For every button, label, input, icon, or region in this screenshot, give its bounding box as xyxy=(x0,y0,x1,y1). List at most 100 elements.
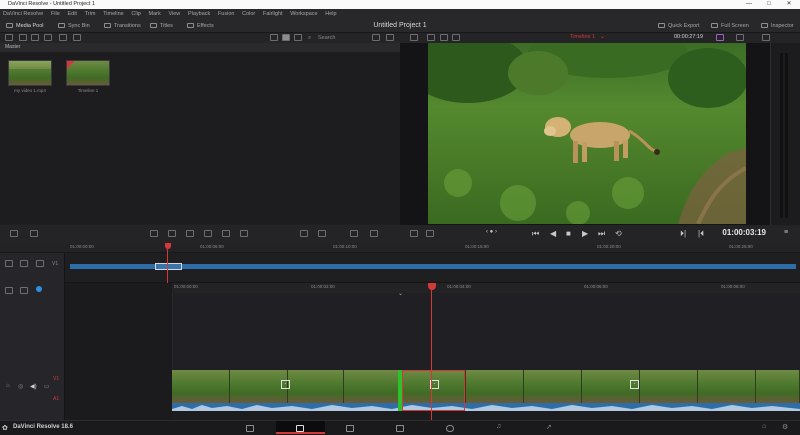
timeline-selector[interactable]: Timeline 1 xyxy=(570,34,595,40)
audio-mute-icon[interactable] xyxy=(762,34,770,41)
clip-color-icon[interactable] xyxy=(716,34,724,41)
play-reverse-icon[interactable]: ◀ xyxy=(550,229,556,238)
link-icon[interactable] xyxy=(20,287,28,294)
snap-icon[interactable] xyxy=(370,230,378,237)
deliver-page-icon[interactable]: ➚ xyxy=(546,423,552,431)
menu-fusion[interactable]: Fusion xyxy=(215,9,238,19)
options-icon[interactable] xyxy=(386,34,394,41)
sort-order-icon[interactable] xyxy=(372,34,380,41)
source-view-icon[interactable] xyxy=(440,34,448,41)
audio-icon[interactable] xyxy=(350,230,358,237)
playhead-marker[interactable] xyxy=(428,283,436,290)
lock-icon[interactable]: ⌂ xyxy=(6,383,10,389)
mute-icon[interactable]: ▭ xyxy=(44,383,50,390)
overview-timeline[interactable]: V1 xyxy=(0,243,800,283)
overview-ruler[interactable]: 01:00:00:00 01:00:06:00 01:00:10:00 01:0… xyxy=(0,243,800,253)
loop-icon[interactable]: ⟲ xyxy=(615,229,622,238)
place-on-top-icon[interactable] xyxy=(204,230,212,237)
search-input[interactable]: Search xyxy=(318,35,335,41)
menu-playback[interactable]: Playback xyxy=(185,9,213,19)
overwrite-clip-icon[interactable] xyxy=(168,230,176,237)
go-to-end-icon[interactable]: ⏭ xyxy=(598,229,605,239)
replace-clip-icon[interactable] xyxy=(186,230,194,237)
go-to-start-icon[interactable]: ⏮ xyxy=(532,229,539,239)
playhead-marker-top[interactable] xyxy=(165,243,171,249)
timeline-settings-icon[interactable] xyxy=(5,287,13,294)
viewer-options-icon[interactable] xyxy=(410,230,418,237)
timeline-item[interactable]: Timeline 1 xyxy=(66,60,118,93)
previous-edit-icon[interactable]: ⏵| xyxy=(680,229,686,239)
bin-name[interactable]: Master xyxy=(5,44,20,50)
minimize-button[interactable]: — xyxy=(744,0,754,9)
list-icon[interactable] xyxy=(19,34,27,41)
sync-bin-button[interactable]: Sync Bin xyxy=(58,19,90,33)
solo-icon[interactable]: ◎ xyxy=(18,383,23,390)
menu-davinci[interactable]: DaVinci Resolve xyxy=(0,9,46,19)
edit-page-icon[interactable] xyxy=(346,425,354,432)
menu-file[interactable]: File xyxy=(48,9,63,19)
maximize-button[interactable]: □ xyxy=(764,0,774,9)
menu-view[interactable]: View xyxy=(165,9,183,19)
thumbnail-view-icon[interactable] xyxy=(282,34,290,41)
effects-button[interactable]: Effects xyxy=(187,19,214,33)
clip-item[interactable]: my video 1.mp4 xyxy=(8,60,60,93)
new-bin-icon[interactable] xyxy=(31,34,39,41)
menu-workspace[interactable]: Workspace xyxy=(287,9,320,19)
fairlight-page-icon[interactable]: ♫ xyxy=(496,423,501,430)
import-icon[interactable] xyxy=(44,34,52,41)
metadata-view-icon[interactable] xyxy=(270,34,278,41)
track-output-icon[interactable] xyxy=(36,260,44,267)
cut-page-icon[interactable] xyxy=(296,425,304,432)
transitions-button[interactable]: Transitions xyxy=(104,19,141,33)
fusion-page-icon[interactable] xyxy=(396,425,404,432)
color-page-icon[interactable] xyxy=(446,425,454,432)
settings-gear-icon[interactable]: ⚙ xyxy=(782,423,788,431)
inspector-button[interactable]: Inspector xyxy=(761,19,794,33)
full-screen-button[interactable]: Full Screen xyxy=(711,19,749,33)
quick-export-button[interactable]: Quick Export xyxy=(658,19,699,33)
layout-icon[interactable] xyxy=(410,34,418,41)
menu-timeline[interactable]: Timeline xyxy=(100,9,127,19)
empty-track-area[interactable] xyxy=(172,293,800,370)
menu-help[interactable]: Help xyxy=(322,9,339,19)
stop-icon[interactable]: ■ xyxy=(566,229,571,238)
viewer-mode-icon[interactable] xyxy=(427,34,435,41)
list-view-icon[interactable] xyxy=(294,34,302,41)
track-options-icon[interactable] xyxy=(5,260,13,267)
menu-icon[interactable]: ≡ xyxy=(784,229,788,236)
ripple-overwrite-icon[interactable] xyxy=(240,230,248,237)
selected-clip-outline[interactable] xyxy=(402,370,465,411)
smart-bin-icon[interactable] xyxy=(59,34,67,41)
menu-trim[interactable]: Trim xyxy=(82,9,99,19)
insert-clip-icon[interactable] xyxy=(150,230,158,237)
sort-icon[interactable] xyxy=(73,34,81,41)
audio-clip[interactable] xyxy=(172,403,800,411)
next-edit-icon[interactable]: |⏴ xyxy=(698,229,704,239)
overview-viewport-box[interactable] xyxy=(155,263,182,270)
record-enable-icon[interactable] xyxy=(36,286,42,292)
menu-color[interactable]: Color xyxy=(239,9,258,19)
timeline-view-options-icon[interactable] xyxy=(10,230,18,237)
source-overwrite-icon[interactable] xyxy=(318,230,326,237)
media-pool-button[interactable]: Media Pool xyxy=(6,19,44,33)
menu-fairlight[interactable]: Fairlight xyxy=(260,9,286,19)
home-icon[interactable]: ⌂ xyxy=(762,423,766,430)
safe-area-icon[interactable] xyxy=(426,230,434,237)
close-button[interactable]: ✕ xyxy=(784,0,794,9)
audio-meter-icon[interactable] xyxy=(736,34,744,41)
panel-toggle-icon[interactable] xyxy=(5,34,13,41)
play-icon[interactable]: ▶ xyxy=(582,229,588,238)
speaker-icon[interactable]: ◀) xyxy=(30,383,37,390)
append-icon[interactable] xyxy=(222,230,230,237)
titles-button[interactable]: Titles xyxy=(150,19,173,33)
timeline-view-icon[interactable] xyxy=(452,34,460,41)
menu-mark[interactable]: Mark xyxy=(146,9,164,19)
menu-clip[interactable]: Clip xyxy=(128,9,143,19)
jog-control[interactable]: ‹ ● › xyxy=(486,229,497,235)
video-clip[interactable]: - - - xyxy=(172,370,800,403)
track-lock-icon[interactable] xyxy=(20,260,28,267)
razor-icon[interactable] xyxy=(30,230,38,237)
media-page-icon[interactable] xyxy=(246,425,254,432)
menu-edit[interactable]: Edit xyxy=(64,9,79,19)
close-up-icon[interactable] xyxy=(300,230,308,237)
